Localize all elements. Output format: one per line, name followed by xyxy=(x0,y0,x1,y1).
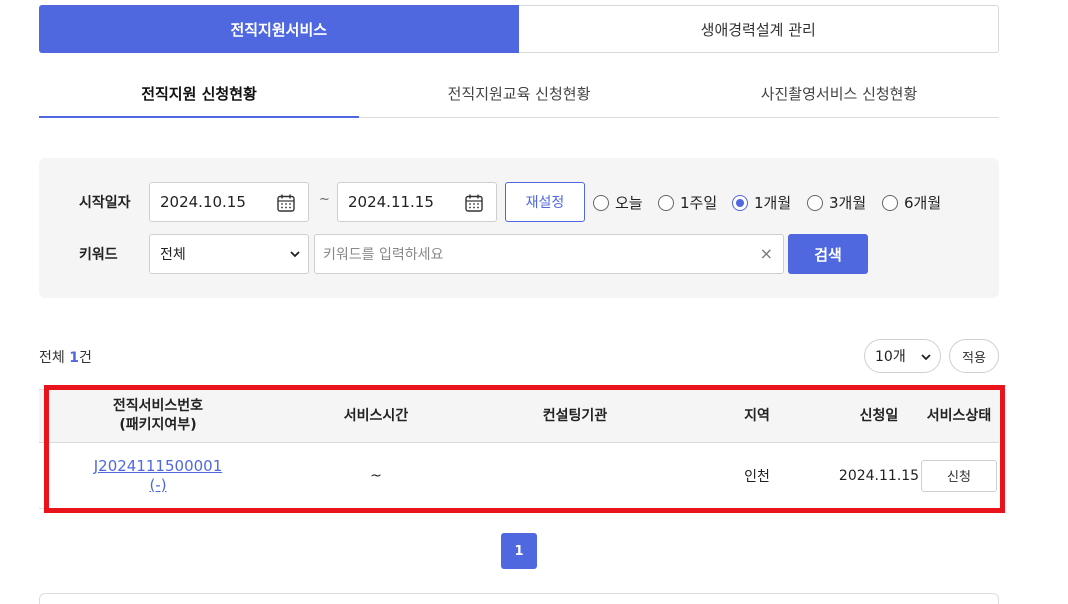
sub-tabs: 전직지원 신청현황 전직지원교육 신청현황 사진촬영서비스 신청현황 xyxy=(39,70,999,118)
header-label: 전직서비스번호 xyxy=(112,398,204,414)
page-size-value: 10개 xyxy=(875,349,906,365)
header-applied-date: 신청일 xyxy=(859,407,899,424)
header-service-number: 전직서비스번호 (패키지여부) xyxy=(39,390,277,442)
cell-consulting-agency xyxy=(475,443,675,508)
clear-icon[interactable]: × xyxy=(760,244,773,263)
radio-circle[interactable] xyxy=(593,194,609,211)
radio-circle[interactable] xyxy=(882,194,898,211)
period-radio-1month[interactable]: 1개월 xyxy=(732,192,791,213)
keyword-input[interactable]: 키워드를 입력하세요 × xyxy=(314,234,784,274)
applications-table: 전직서비스번호 (패키지여부) 서비스시간 컨설팅기관 지역 신청일 서비스상태… xyxy=(39,389,999,509)
start-date-input[interactable]: 2024.10.15 xyxy=(149,182,309,222)
date-range-separator: ~ xyxy=(319,192,330,207)
search-button[interactable]: 검색 xyxy=(788,234,868,274)
header-service-status: 서비스상태 xyxy=(926,407,992,424)
tab-life-career-design[interactable]: 생애경력설계 관리 xyxy=(518,5,999,53)
page-button-current[interactable]: 1 xyxy=(501,533,537,569)
bottom-panel xyxy=(39,593,999,604)
period-label: 1주일 xyxy=(680,194,718,212)
keyword-placeholder: 키워드를 입력하세요 xyxy=(323,247,444,263)
package-flag: (-) xyxy=(149,475,167,494)
reset-button[interactable]: 재설정 xyxy=(505,182,585,222)
calendar-icon[interactable] xyxy=(464,193,484,213)
period-label: 3개월 xyxy=(829,194,867,212)
service-number: J2024111500001 xyxy=(93,456,223,475)
cell-region: 인천 xyxy=(744,468,770,485)
period-radio-6months[interactable]: 6개월 xyxy=(882,192,941,213)
apply-button[interactable]: 적용 xyxy=(949,339,999,373)
radio-circle-selected[interactable] xyxy=(732,194,748,211)
chevron-down-icon xyxy=(921,354,931,361)
tab-photo-service-applications[interactable]: 사진촬영서비스 신청현황 xyxy=(679,70,999,117)
tab-career-transition-service[interactable]: 전직지원서비스 xyxy=(39,5,519,53)
keyword-label: 키워드 xyxy=(79,247,118,263)
header-label: (패키지여부) xyxy=(119,417,197,433)
total-prefix: 전체 xyxy=(39,350,65,366)
radio-circle[interactable] xyxy=(807,194,823,211)
cell-service-time: ~ xyxy=(370,467,382,484)
page-size-select[interactable]: 10개 xyxy=(864,339,941,373)
table-row: J2024111500001 (-) ~ 인천 2024.11.15 신청 xyxy=(39,443,999,509)
table-header: 전직서비스번호 (패키지여부) 서비스시간 컨설팅기관 지역 신청일 서비스상태 xyxy=(39,389,999,443)
period-radio-today[interactable]: 오늘 xyxy=(593,192,643,213)
keyword-scope-select[interactable]: 전체 xyxy=(149,234,309,274)
start-date-label: 시작일자 xyxy=(79,195,131,211)
start-date-value: 2024.10.15 xyxy=(160,193,246,211)
header-service-time: 서비스시간 xyxy=(343,407,409,424)
period-label: 6개월 xyxy=(904,194,942,212)
cell-applied-date: 2024.11.15 xyxy=(838,467,920,484)
tab-transition-applications[interactable]: 전직지원 신청현황 xyxy=(39,70,359,118)
calendar-icon[interactable] xyxy=(276,193,296,213)
cell-service-status: 신청 xyxy=(919,443,999,508)
radio-circle[interactable] xyxy=(658,194,674,211)
end-date-value: 2024.11.15 xyxy=(348,193,434,211)
period-label: 1개월 xyxy=(754,194,792,212)
period-label: 오늘 xyxy=(615,194,643,212)
total-count: 전체 1건 xyxy=(39,347,92,367)
total-suffix: 건 xyxy=(78,350,92,366)
period-radio-1week[interactable]: 1주일 xyxy=(658,192,717,213)
period-radio-3months[interactable]: 3개월 xyxy=(807,192,866,213)
total-count-value: 1 xyxy=(69,350,79,366)
tab-education-applications[interactable]: 전직지원교육 신청현황 xyxy=(359,70,679,117)
end-date-input[interactable]: 2024.11.15 xyxy=(337,182,497,222)
keyword-scope-value: 전체 xyxy=(160,247,186,263)
cell-service-number: J2024111500001 (-) xyxy=(39,443,277,508)
service-number-link[interactable]: J2024111500001 (-) xyxy=(94,457,223,495)
service-tabs: 전직지원서비스 생애경력설계 관리 xyxy=(39,5,999,53)
header-consulting-agency: 컨설팅기관 xyxy=(542,407,608,424)
status-button[interactable]: 신청 xyxy=(921,459,997,492)
header-region: 지역 xyxy=(744,407,770,424)
search-panel: 시작일자 2024.10.15 ~ 2024.11.15 재설정 오늘 1주일 xyxy=(39,158,999,298)
chevron-down-icon xyxy=(290,251,300,258)
